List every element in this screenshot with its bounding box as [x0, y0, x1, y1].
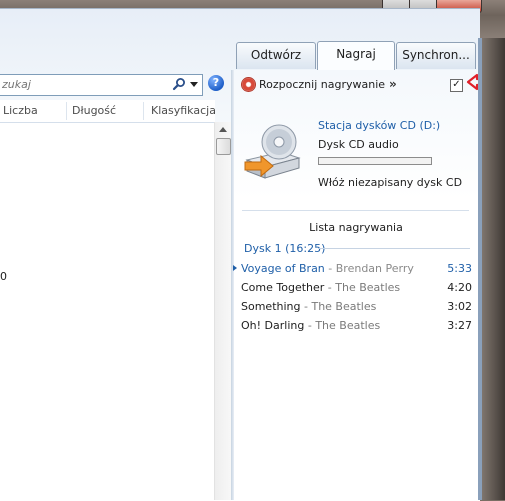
- window-edge: [478, 38, 482, 500]
- library-scrollbar[interactable]: [214, 122, 232, 500]
- column-length[interactable]: Długość: [72, 104, 116, 117]
- scroll-up-icon[interactable]: [219, 127, 227, 132]
- cd-drive-icon: [244, 124, 301, 179]
- track-separator: -: [304, 319, 316, 332]
- track-artist: The Beatles: [311, 300, 377, 313]
- column-rating[interactable]: Klasyfikacja: [151, 104, 216, 117]
- burn-list-item[interactable]: Come Together - The Beatles 4:20: [236, 279, 476, 298]
- scrollbar-thumb[interactable]: [216, 138, 231, 155]
- track-title: Oh! Darling: [241, 319, 305, 332]
- tab-sync[interactable]: Synchron...: [396, 42, 476, 69]
- drive-type: Dysk CD audio: [318, 138, 399, 151]
- divider: [242, 210, 469, 211]
- column-divider[interactable]: [143, 102, 144, 120]
- burn-options-icon[interactable]: ✓: [450, 79, 463, 92]
- burn-disc-icon[interactable]: [241, 77, 256, 92]
- track-title: Something: [241, 300, 301, 313]
- search-dropdown-icon[interactable]: [190, 82, 198, 87]
- burn-list-title: Lista nagrywania: [309, 221, 403, 234]
- track-duration: 3:27: [447, 319, 472, 332]
- insert-disc-message: Włóż niezapisany dysk CD: [318, 176, 463, 189]
- now-playing-icon: [233, 265, 237, 271]
- track-duration: 5:33: [447, 262, 472, 275]
- search-input[interactable]: [2, 77, 162, 92]
- library-column-header: Liczba Długość Klasyfikacja: [0, 100, 216, 123]
- help-icon[interactable]: ?: [208, 75, 224, 91]
- track-separator: -: [324, 281, 336, 294]
- disc-header[interactable]: Dysk 1 (16:25): [244, 242, 325, 255]
- more-options-icon[interactable]: »: [389, 77, 397, 91]
- tab-burn[interactable]: Nagraj: [317, 41, 395, 70]
- burn-toolbar: Rozpocznij nagrywanie » ✓: [236, 74, 472, 96]
- search-icon[interactable]: [172, 77, 186, 91]
- track-title: Come Together: [241, 281, 325, 294]
- library-cell: 0: [0, 270, 7, 283]
- window-frame-right: [478, 38, 505, 500]
- track-artist: The Beatles: [315, 319, 381, 332]
- burn-progress-bar: [318, 157, 432, 165]
- column-divider[interactable]: [66, 102, 67, 120]
- start-burn-button[interactable]: Rozpocznij nagrywanie: [259, 78, 385, 91]
- track-separator: -: [324, 262, 336, 275]
- track-duration: 3:02: [447, 300, 472, 313]
- track-title: Voyage of Bran: [241, 262, 325, 275]
- column-count[interactable]: Liczba: [3, 104, 38, 117]
- burn-list-item[interactable]: Something - The Beatles 3:02: [236, 298, 476, 317]
- tab-play[interactable]: Odtwórz: [236, 42, 316, 69]
- track-artist: Brendan Perry: [335, 262, 414, 275]
- divider: [318, 248, 470, 249]
- track-separator: -: [300, 300, 312, 313]
- library-list: [0, 123, 215, 500]
- search-box: [0, 74, 203, 96]
- drive-name[interactable]: Stacja dysków CD (D:): [318, 119, 440, 132]
- burn-list-item[interactable]: Voyage of Bran - Brendan Perry 5:33: [233, 260, 476, 279]
- track-artist: The Beatles: [335, 281, 401, 294]
- track-duration: 4:20: [447, 281, 472, 294]
- burn-list-item[interactable]: Oh! Darling - The Beatles 3:27: [236, 317, 476, 336]
